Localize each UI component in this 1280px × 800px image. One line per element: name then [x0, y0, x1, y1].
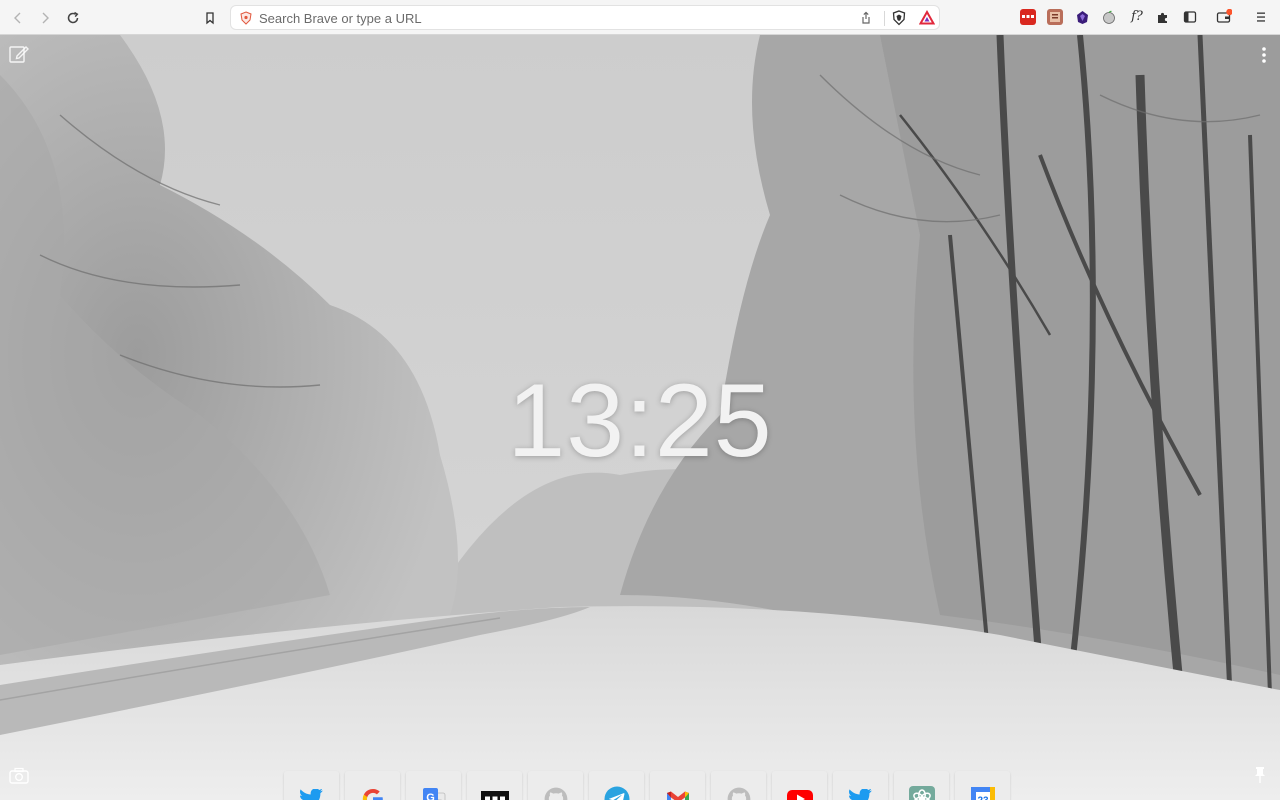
top-site-twitter-2[interactable] [833, 771, 888, 800]
raindrop-icon [1022, 15, 1034, 18]
top-sites: 文 G [284, 771, 1010, 800]
chatgpt-icon [908, 786, 935, 800]
reload-button[interactable] [62, 7, 84, 29]
reader-extension[interactable] [1047, 9, 1063, 25]
more-options-button[interactable] [1258, 45, 1270, 70]
formula-icon: f? [1131, 9, 1143, 24]
github-icon [544, 787, 567, 800]
url-placeholder: Search Brave or type a URL [259, 11, 422, 26]
clock: 13:25 [507, 363, 773, 479]
bookmark-button[interactable] [199, 7, 221, 29]
top-site-google-translate[interactable]: 文 G [406, 771, 461, 800]
top-site-chatgpt[interactable] [894, 771, 949, 800]
brave-shields-icon[interactable] [891, 10, 907, 31]
back-icon [14, 12, 21, 24]
youtube-icon [786, 790, 813, 800]
sidebar-button[interactable] [1182, 9, 1198, 25]
top-site-google-calendar[interactable]: 23 [955, 771, 1010, 800]
obsidian-extension[interactable] [1074, 9, 1090, 25]
github-icon [727, 787, 750, 800]
top-site-google[interactable] [345, 771, 400, 800]
menu-icon [1257, 12, 1265, 22]
svg-text:G: G [426, 792, 435, 800]
calendar-day-label: 23 [977, 795, 989, 800]
photo-credit-button[interactable] [8, 766, 30, 791]
wallet-icon [1216, 9, 1232, 23]
forward-button[interactable] [34, 7, 56, 29]
top-site-youtube[interactable] [772, 771, 827, 800]
main-menu-button[interactable] [1253, 9, 1269, 25]
top-site-twitter[interactable] [284, 771, 339, 800]
top-site-gmail[interactable] [650, 771, 705, 800]
brave-search-icon [239, 11, 253, 30]
obsidian-icon [1076, 10, 1088, 24]
edit-icon [9, 46, 29, 63]
google-translate-icon: 文 G [422, 788, 445, 800]
address-bar[interactable]: Search Brave or type a URL [230, 5, 940, 30]
browser-toolbar: Search Brave or type a URL f? [0, 0, 1280, 35]
gmail-icon [666, 791, 689, 800]
camera-icon [9, 767, 29, 784]
apple-icon [1103, 10, 1115, 24]
reader-icon [1050, 12, 1060, 22]
more-vertical-icon [1262, 47, 1266, 63]
bookmark-icon [206, 12, 214, 25]
google-icon [362, 789, 383, 800]
pin-icon [1255, 767, 1265, 783]
customize-button[interactable] [8, 43, 30, 70]
twitter-icon [299, 789, 323, 800]
sidebar-icon [1183, 11, 1197, 23]
divider [884, 11, 885, 26]
forward-icon [42, 12, 49, 24]
formula-extension[interactable]: f? [1127, 9, 1147, 25]
telegram-icon [604, 786, 629, 800]
top-site-github-2[interactable] [711, 771, 766, 800]
puzzle-icon [1158, 12, 1167, 23]
pin-button[interactable] [1253, 766, 1267, 789]
reload-icon [67, 11, 79, 24]
top-site-github[interactable] [528, 771, 583, 800]
dots-icon [480, 791, 509, 800]
top-site-telegram[interactable] [589, 771, 644, 800]
apple-extension[interactable] [1101, 9, 1117, 25]
twitter-icon [848, 789, 872, 800]
share-icon[interactable] [859, 11, 873, 30]
extensions-button[interactable] [1155, 9, 1171, 25]
raindrop-extension[interactable] [1020, 9, 1036, 25]
brave-rewards-icon[interactable] [918, 9, 936, 31]
top-site-dots[interactable] [467, 771, 522, 800]
wallet-button[interactable] [1216, 9, 1232, 25]
back-button[interactable] [7, 7, 29, 29]
google-calendar-icon: 23 [970, 787, 995, 800]
new-tab-page: 13:25 文 [0, 35, 1280, 800]
